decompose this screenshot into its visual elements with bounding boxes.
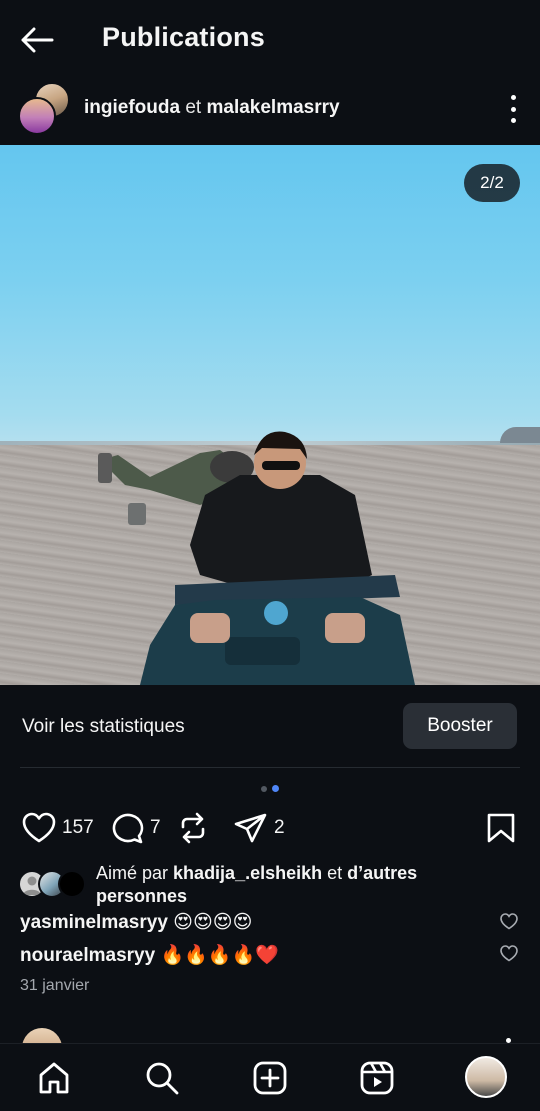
send-icon [234,813,267,843]
liked-by-connector: et [327,863,343,883]
shares-count[interactable]: 2 [274,817,285,839]
comment-like-heart-icon[interactable] [500,913,518,930]
more-options-button[interactable] [508,95,518,123]
divider [20,767,520,768]
author-primary-link[interactable]: ingiefouda [84,97,180,118]
view-insights-link[interactable]: Voir les statistiques [22,716,185,738]
create-icon [253,1061,287,1095]
comment-username[interactable]: nouraelmasryy [20,945,155,966]
repost-icon [181,812,205,844]
home-icon [39,1062,69,1094]
comment-username[interactable]: yasminelmasryy [20,912,168,933]
nav-home[interactable] [34,1058,74,1098]
search-icon [146,1062,179,1095]
nav-profile-avatar[interactable] [465,1056,507,1098]
dot-icon [510,106,516,112]
back-button[interactable] [20,22,60,58]
image-counter: 2/2 [464,164,520,202]
author-connector: et [185,97,202,118]
liked-by-prefix: Aimé par [96,863,169,883]
nav-search[interactable] [142,1058,182,1098]
author-secondary-link[interactable]: malakelmasrry [206,97,339,118]
repost-button[interactable] [178,808,208,848]
comment-item: nouraelmasryy 🔥🔥🔥🔥❤️ [20,940,520,970]
carousel-dot-1 [261,786,267,792]
bookmark-icon [487,813,515,843]
share-button[interactable]: 2 [234,808,285,848]
comment-item: yasminelmasryy 😍😍😍😍 [20,908,520,938]
liked-by-user-link[interactable]: khadija_.elsheikh [173,863,322,883]
likes-count[interactable]: 157 [62,817,94,839]
likes-summary[interactable]: Aimé par khadija_.elsheikh et d’autres p… [18,860,518,910]
next-post-avatar[interactable] [22,1028,62,1044]
liker-avatar [58,870,86,898]
likers-avatars [18,870,90,898]
insights-row: Voir les statistiques Booster [0,685,540,767]
nav-create[interactable] [250,1058,290,1098]
save-button[interactable] [486,808,516,848]
post-image[interactable]: 2/2 [0,145,540,685]
comment-text: yasminelmasryy 😍😍😍😍 [20,911,252,934]
action-bar: 157 7 2 [0,808,540,848]
comment-text: nouraelmasryy 🔥🔥🔥🔥❤️ [20,943,279,967]
bottom-navigation [0,1043,540,1111]
likes-text: Aimé par khadija_.elsheikh et d’autres p… [96,862,486,908]
avatar-primary[interactable] [18,97,56,135]
post-date: 31 janvier [20,977,90,994]
nav-reels[interactable] [357,1058,397,1098]
author-avatars[interactable] [18,82,74,136]
dot-icon [510,95,516,100]
top-bar: Publications [0,0,540,80]
photo-riders [98,431,415,685]
carousel-dot-2-active [272,785,279,792]
author-names: ingiefouda et malakelmasrry [84,97,340,119]
boost-button[interactable]: Booster [403,703,517,749]
page-title: Publications [102,22,265,52]
comment-button[interactable]: 7 [110,808,161,848]
back-arrow-icon [21,27,54,53]
heart-icon [22,812,56,843]
post-author-row: ingiefouda et malakelmasrry [0,82,540,136]
comment-like-heart-icon[interactable] [500,945,518,962]
comment-icon [112,813,144,844]
reels-icon [360,1061,394,1095]
carousel-indicator [260,785,282,793]
next-post-peek [0,1026,540,1044]
comments-count[interactable]: 7 [150,817,161,839]
dot-icon [510,118,516,123]
comment-body: 😍😍😍😍 [173,912,253,933]
comment-body: 🔥🔥🔥🔥❤️ [160,945,279,966]
like-button[interactable]: 157 [22,808,94,848]
